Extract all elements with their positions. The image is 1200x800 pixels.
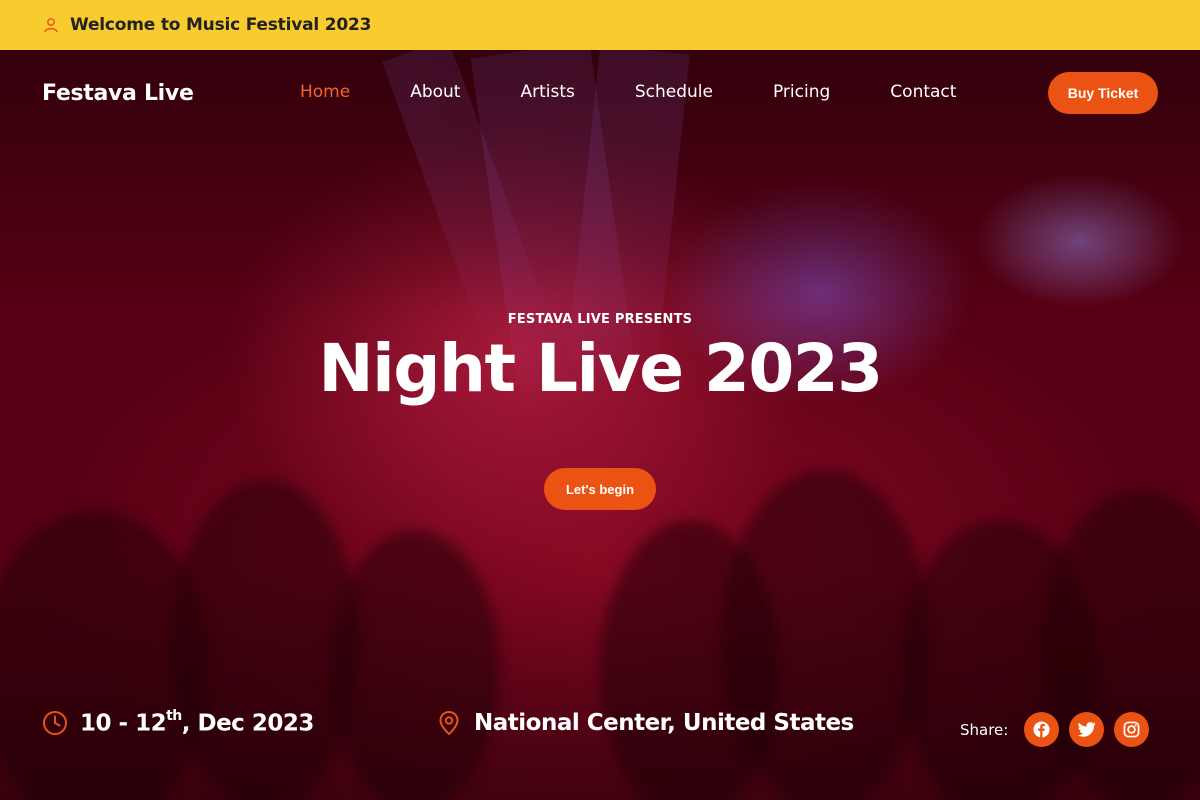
- user-icon: [42, 16, 60, 34]
- share-label: Share:: [960, 720, 1009, 739]
- hero-overlay: [0, 50, 1200, 800]
- clock-icon: [42, 710, 68, 736]
- nav-link-contact[interactable]: Contact: [890, 82, 956, 102]
- twitter-icon[interactable]: [1069, 712, 1105, 747]
- nav-link-schedule[interactable]: Schedule: [635, 82, 713, 102]
- event-date-text: 10 - 12th, Dec 2023: [80, 708, 314, 737]
- hero-background: [0, 50, 1200, 800]
- welcome-bar: Welcome to Music Festival 2023: [0, 0, 1200, 50]
- hero-title: Night Live 2023: [318, 330, 883, 407]
- event-location-text: National Center, United States: [474, 710, 854, 736]
- event-date: 10 - 12th, Dec 2023: [42, 708, 314, 737]
- facebook-icon[interactable]: [1024, 712, 1060, 747]
- nav-link-pricing[interactable]: Pricing: [773, 82, 830, 102]
- share-section: Share:: [960, 712, 1159, 747]
- nav-link-home[interactable]: Home: [300, 82, 350, 102]
- instagram-icon[interactable]: [1114, 712, 1150, 747]
- lets-begin-button[interactable]: Let's begin: [544, 468, 656, 510]
- event-location: National Center, United States: [436, 710, 854, 736]
- main-navbar: Festava Live Home About Artists Schedule…: [0, 50, 1200, 138]
- nav-link-about[interactable]: About: [410, 82, 460, 102]
- buy-ticket-button[interactable]: Buy Ticket: [1048, 72, 1158, 114]
- welcome-text: Welcome to Music Festival 2023: [70, 15, 372, 35]
- brand-logo[interactable]: Festava Live: [42, 81, 194, 106]
- hero-subtitle: FESTAVA LIVE PRESENTS: [507, 312, 693, 327]
- nav-links: Home About Artists Schedule Pricing Cont…: [300, 82, 1016, 102]
- nav-link-artists[interactable]: Artists: [520, 82, 574, 102]
- map-pin-icon: [436, 710, 462, 736]
